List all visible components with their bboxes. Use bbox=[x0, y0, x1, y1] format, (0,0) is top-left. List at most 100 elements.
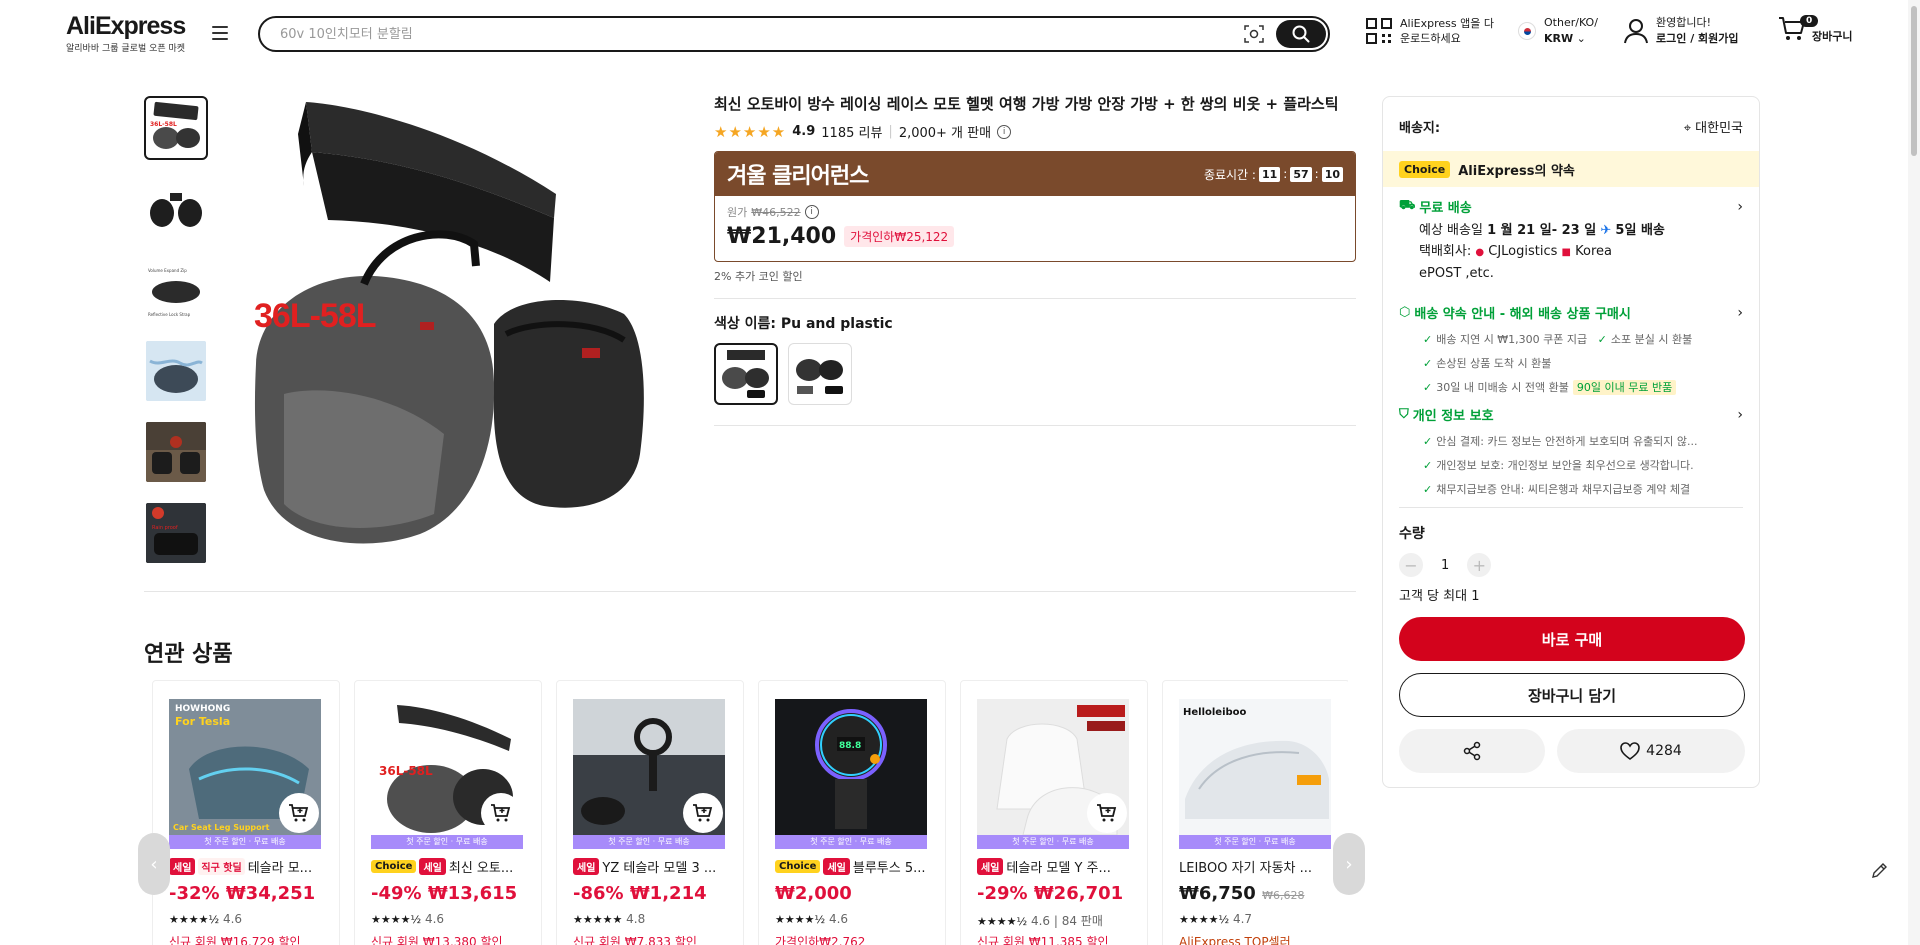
color-option-2[interactable] bbox=[788, 343, 852, 405]
color-option-1[interactable] bbox=[714, 343, 778, 405]
review-count[interactable]: 1185 리뷰 bbox=[821, 122, 882, 141]
image-search-icon[interactable] bbox=[1244, 25, 1264, 43]
timer-minutes: 57 bbox=[1290, 166, 1312, 182]
wishlist-button[interactable]: 4284 bbox=[1557, 729, 1745, 773]
original-price-row: 원가 ₩46,522 i bbox=[727, 204, 1343, 220]
qr-code-icon bbox=[1366, 18, 1392, 44]
app-download[interactable]: AliExpress 앱을 다 운로드하세요 bbox=[1366, 16, 1494, 46]
promise-4: 30일 내 미배송 시 전액 환불 bbox=[1436, 381, 1569, 394]
info-icon[interactable]: i bbox=[804, 205, 819, 219]
first-order-banner: 첫 주문 할인 · 무료 배송 bbox=[169, 835, 321, 849]
price-section: 원가 ₩46,522 i ₩21,400 가격인하₩25,122 bbox=[715, 196, 1355, 261]
ship-to-row[interactable]: 배송지: ⌖ 대한민국 bbox=[1399, 117, 1743, 136]
welcome-text: 환영합니다! bbox=[1656, 16, 1712, 29]
rating-value: 4.6 bbox=[1030, 914, 1051, 928]
chevron-right-icon: › bbox=[1737, 406, 1743, 423]
product-thumbnail-image: Volume Expand Zip Reflective Lock Strap bbox=[148, 268, 200, 317]
card1-sub: For Tesla bbox=[175, 715, 230, 728]
privacy-section[interactable]: ⛉ 개인 정보 보호 › ✓ 안심 결제: 카드 정보는 안전하게 보호되며 유출되… bbox=[1399, 405, 1743, 502]
product-card[interactable]: 첫 주문 할인 · 무료 배송 세일 테슬라 모델 Y 주... -29% ₩26… bbox=[960, 680, 1148, 945]
carousel-next-button[interactable]: › bbox=[1333, 833, 1365, 895]
pencil-icon bbox=[1872, 863, 1887, 878]
currency-label: KRW bbox=[1544, 32, 1574, 45]
add-to-cart-icon[interactable] bbox=[279, 793, 319, 833]
svg-text:Volume Expand Zip: Volume Expand Zip bbox=[148, 268, 187, 273]
deal-countdown: 종료시간 : 11: 57: 10 bbox=[1204, 166, 1343, 183]
check-icon: ✓ bbox=[1423, 483, 1433, 496]
add-to-cart-button[interactable]: 장바구니 담기 bbox=[1399, 673, 1745, 717]
product-card[interactable]: 첫 주문 할인 · 무료 배송 세일 YZ 테슬라 모델 3 ... -86% ₩… bbox=[556, 680, 744, 945]
page-scrollbar[interactable] bbox=[1908, 0, 1920, 945]
rating-value: 4.7 bbox=[1232, 912, 1253, 926]
app-download-line1: AliExpress 앱을 다 bbox=[1400, 17, 1494, 30]
check-icon: ✓ bbox=[1423, 459, 1433, 472]
timer-label: 종료시간 : bbox=[1203, 167, 1256, 182]
thumbnail-6[interactable]: Rain proof bbox=[144, 501, 208, 565]
original-price-label: 원가 bbox=[727, 206, 748, 219]
promo-text: 신규 회원 ₩16,729 할인 bbox=[169, 935, 301, 945]
rating-stars: ★★★★½ bbox=[775, 913, 826, 926]
buy-now-button[interactable]: 바로 구매 bbox=[1399, 617, 1745, 661]
quantity-stepper: − 1 + bbox=[1399, 553, 1492, 577]
app-download-line2: 운로드하세요 bbox=[1400, 32, 1461, 45]
product-card[interactable]: 36L-58L 첫 주문 할인 · 무료 배송 Choice 세일 최신 오토...… bbox=[354, 680, 542, 945]
menu-icon[interactable] bbox=[212, 26, 228, 40]
product-card-image: Helloleiboo bbox=[1179, 699, 1331, 835]
product-card-image: 88.8 bbox=[775, 699, 927, 835]
product-card[interactable]: Helloleiboo 첫 주문 할인 · 무료 배송 LEIBOO 자기 자동… bbox=[1162, 680, 1348, 945]
decrease-quantity-button[interactable]: − bbox=[1399, 553, 1423, 577]
ship-to-value: ⌖ 대한민국 bbox=[1684, 117, 1743, 136]
add-to-cart-icon[interactable] bbox=[1087, 793, 1127, 833]
scrollbar-thumb[interactable] bbox=[1911, 6, 1917, 156]
product-info: 최신 오토바이 방수 레이싱 레이스 모토 헬멧 여행 가방 가방 안장 가방 … bbox=[714, 94, 1356, 426]
thumbnail-5[interactable] bbox=[144, 420, 208, 484]
thumbnail-3[interactable]: Volume Expand Zip Reflective Lock Strap bbox=[144, 258, 208, 322]
increase-quantity-button[interactable]: + bbox=[1467, 553, 1492, 577]
check-icon: ✓ bbox=[1423, 435, 1433, 448]
thumbnail-4[interactable] bbox=[144, 339, 208, 403]
eta-prefix: 예상 배송일 bbox=[1419, 223, 1483, 238]
rating-stars: ★★★★½ bbox=[1179, 913, 1230, 926]
product-card[interactable]: HOWHONG For Tesla Car Seat Leg Support 첫… bbox=[152, 680, 340, 945]
quantity-value[interactable]: 1 bbox=[1441, 558, 1449, 573]
sale-price: ₩21,400 bbox=[727, 224, 837, 249]
promo-text: 가격인하₩2,762 bbox=[775, 935, 866, 945]
thumbnail-2[interactable] bbox=[144, 177, 208, 241]
thumbnail-list: 36L-58L Volume Expand Zip Reflective Loc… bbox=[144, 96, 210, 582]
cj-logo-icon: ● bbox=[1475, 247, 1485, 258]
header: AliExpress 알리바바 그룹 글로벌 오픈 마켓 AliExpress … bbox=[0, 0, 1920, 66]
login-signup-link[interactable]: 로그인 / 회원가입 bbox=[1656, 32, 1739, 45]
add-to-cart-icon[interactable] bbox=[481, 793, 521, 833]
search-input[interactable] bbox=[280, 18, 1240, 50]
logo-wordmark: AliExpress bbox=[66, 12, 186, 40]
privacy-1: 안심 결제: 카드 정보는 안전하게 보호되며 유출되지 않... bbox=[1436, 435, 1698, 448]
account-menu[interactable]: 환영합니다! 로그인 / 회원가입 bbox=[1624, 15, 1739, 47]
share-button[interactable] bbox=[1399, 729, 1545, 773]
sold-count: 2,000+ 개 판매 bbox=[898, 126, 992, 141]
product-price: -86% ₩1,214 bbox=[573, 883, 707, 904]
color-value: Pu and plastic bbox=[780, 316, 893, 332]
info-icon[interactable]: i bbox=[997, 124, 1012, 139]
privacy-title: 개인 정보 보호 bbox=[1412, 409, 1494, 424]
product-card[interactable]: 88.8 첫 주문 할인 · 무료 배송 Choice 세일 블루투스 5... ₩… bbox=[758, 680, 946, 945]
sale-badge: 세일 bbox=[419, 858, 446, 875]
search-button[interactable] bbox=[1276, 20, 1326, 48]
card1-brand: HOWHONG bbox=[175, 704, 230, 714]
feedback-edit-button[interactable] bbox=[1868, 858, 1892, 882]
shield-icon: ⛉ bbox=[1399, 407, 1409, 422]
carousel-prev-button[interactable]: ‹ bbox=[138, 833, 170, 895]
delivery-promise-section[interactable]: ⬡ 배송 약속 안내 - 해외 배송 상품 구매시 › ✓ 배송 지연 시 ₩1,3… bbox=[1399, 303, 1743, 400]
divider bbox=[1399, 507, 1743, 508]
aliexpress-logo[interactable]: AliExpress 알리바바 그룹 글로벌 오픈 마켓 bbox=[66, 12, 186, 54]
add-to-cart-icon[interactable] bbox=[683, 793, 723, 833]
rating-value: 4.6 bbox=[222, 912, 243, 926]
svg-text:88.8: 88.8 bbox=[839, 741, 861, 751]
thumbnail-1[interactable]: 36L-58L bbox=[144, 96, 208, 160]
language-currency-selector[interactable]: Other/KO/ KRW ⌄ bbox=[1518, 15, 1598, 47]
product-price: -49% ₩13,615 bbox=[371, 883, 518, 904]
korea-flag-icon bbox=[1518, 22, 1536, 40]
shipping-section[interactable]: ⛟ 무료 배송 › 예상 배송일 1 월 21 일- 23 일 ✈ 5일 배송 택… bbox=[1399, 197, 1743, 284]
rating-stars: ★★★★½ bbox=[977, 915, 1028, 928]
product-price: ₩6,750 ₩6,628 bbox=[1179, 883, 1304, 904]
language-label: Other/KO/ bbox=[1544, 16, 1598, 29]
